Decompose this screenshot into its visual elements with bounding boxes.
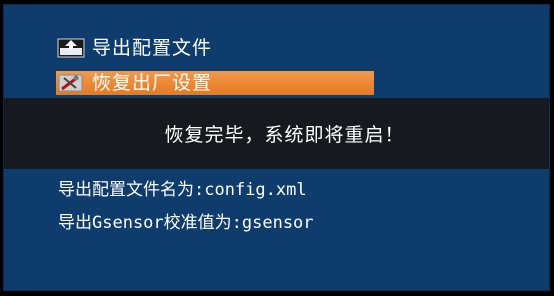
device-screen: 导出配置文件 恢复出厂设置 恢复完毕，系统即将重启！ 导出配置文件名为:conf…: [0, 0, 554, 296]
menu-item-export-config[interactable]: 导出配置文件: [56, 36, 212, 60]
gsensor-filename-info: 导出Gsensor校准值为:gsensor: [58, 213, 314, 233]
menu-item-label: 导出配置文件: [92, 37, 213, 59]
menu-item-factory-reset[interactable]: 恢复出厂设置: [56, 71, 374, 95]
status-message-banner: 恢复完毕，系统即将重启！: [4, 98, 549, 169]
menu-item-label: 恢复出厂设置: [92, 72, 213, 94]
settings-panel: 导出配置文件 恢复出厂设置 恢复完毕，系统即将重启！ 导出配置文件名为:conf…: [3, 4, 550, 291]
export-disk-icon: [56, 37, 86, 59]
restore-complete-message: 恢复完毕，系统即将重启！: [164, 124, 405, 146]
config-filename-info: 导出配置文件名为:config.xml: [58, 180, 307, 200]
restore-tools-icon: [56, 72, 86, 94]
